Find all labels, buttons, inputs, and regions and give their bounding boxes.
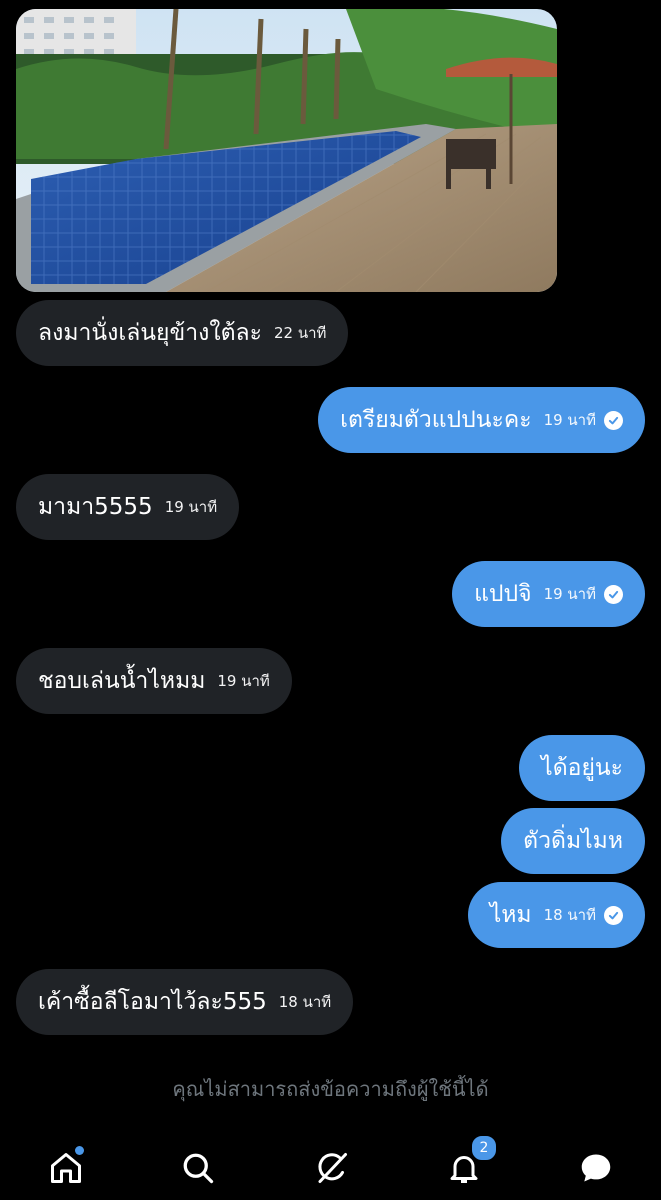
messages-icon <box>581 1154 611 1182</box>
message-text: เตรียมตัวแปปนะคะ <box>340 406 532 433</box>
nav-search[interactable] <box>178 1148 218 1188</box>
incoming-message[interactable]: ลงมานั่งเล่นยุข้างใต้ละ 22 นาที <box>16 300 349 366</box>
message-text: เค้าซื้อลีโอมาไว้ละ555 <box>38 988 267 1015</box>
notification-badge: 2 <box>470 1134 498 1162</box>
nav-grok[interactable] <box>312 1148 352 1188</box>
read-check-icon <box>604 410 623 430</box>
message-text: ได้อยู่นะ <box>541 754 623 781</box>
message-text: ชอบเล่นน้ำไหมม <box>38 667 206 694</box>
home-unread-dot <box>75 1146 84 1155</box>
nav-home[interactable] <box>46 1146 86 1188</box>
home-icon <box>51 1153 81 1183</box>
incoming-message[interactable]: เค้าซื้อลีโอมาไว้ละ555 18 นาที <box>16 969 354 1035</box>
shared-photo[interactable] <box>16 9 557 292</box>
message-timestamp: 19 นาที <box>164 498 218 516</box>
search-icon <box>183 1153 214 1184</box>
incoming-message[interactable]: มามา5555 19 นาที <box>16 474 240 540</box>
outgoing-message[interactable]: แปปจิ 19 นาที <box>452 561 645 627</box>
outgoing-message[interactable]: ตัวดิ่มไมห <box>501 808 645 874</box>
grok-icon <box>318 1153 347 1183</box>
message-text: แปปจิ <box>474 580 532 607</box>
read-check-icon <box>604 905 623 925</box>
message-text: มามา5555 <box>38 493 153 520</box>
cannot-message-notice: คุณไม่สามารถส่งข้อความถึงผู้ใช้นี้ได้ <box>172 1077 489 1101</box>
outgoing-message[interactable]: ได้อยู่นะ <box>519 735 645 801</box>
incoming-message[interactable]: ชอบเล่นน้ำไหมม 19 นาที <box>16 648 292 714</box>
nav-notifications[interactable]: 2 <box>444 1134 498 1188</box>
bottom-nav: 2 <box>0 1130 661 1200</box>
read-check-icon <box>604 584 623 604</box>
message-timestamp: 19 นาที <box>543 411 596 429</box>
message-timestamp: 19 นาที <box>217 672 270 690</box>
message-timestamp: 18 นาที <box>278 993 332 1011</box>
message-text: ไหม <box>489 901 532 928</box>
message-text: ตัวดิ่มไมห <box>523 827 623 854</box>
message-timestamp: 22 นาที <box>274 324 327 342</box>
message-timestamp: 18 นาที <box>543 906 596 924</box>
outgoing-message[interactable]: ไหม 18 นาที <box>467 882 645 948</box>
outgoing-message[interactable]: เตรียมตัวแปปนะคะ 19 นาที <box>318 387 645 453</box>
nav-messages[interactable] <box>576 1148 616 1188</box>
message-text: ลงมานั่งเล่นยุข้างใต้ละ <box>38 319 262 346</box>
message-timestamp: 19 นาที <box>543 585 596 603</box>
